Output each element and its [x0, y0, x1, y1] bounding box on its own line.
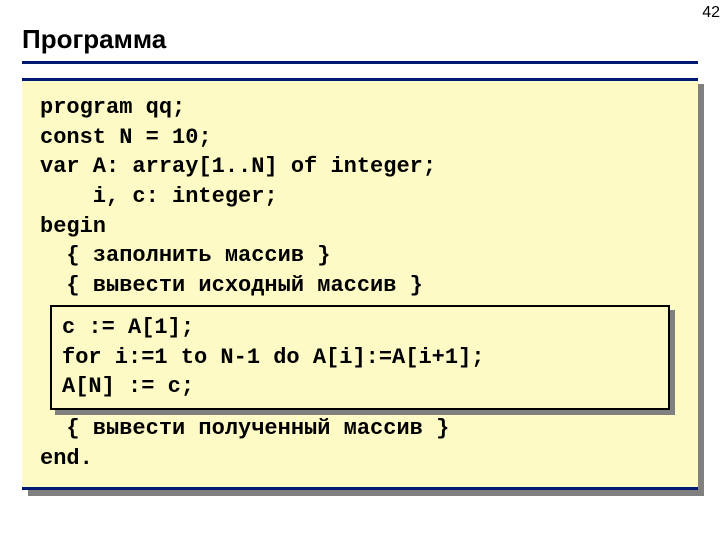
slide-title: Программа: [0, 0, 720, 61]
code-line: const N = 10;: [40, 125, 212, 150]
code-block-outer: program qq; const N = 10; var A: array[1…: [22, 78, 698, 490]
inner-code-block: c := A[1]; for i:=1 to N-1 do A[i]:=A[i+…: [50, 305, 670, 410]
code-line: { вывести исходный массив }: [40, 273, 423, 298]
title-underline: [22, 61, 698, 64]
code-line: end.: [40, 446, 93, 471]
code-line: i, c: integer;: [40, 184, 278, 209]
code-line: for i:=1 to N-1 do A[i]:=A[i+1];: [62, 345, 484, 370]
code-line: { заполнить массив }: [40, 243, 330, 268]
code-block: program qq; const N = 10; var A: array[1…: [22, 78, 698, 490]
inner-code-outer: c := A[1]; for i:=1 to N-1 do A[i]:=A[i+…: [50, 305, 670, 410]
page-number: 42: [702, 4, 720, 22]
code-line: { вывести полученный массив }: [40, 416, 449, 441]
code-line: program qq;: [40, 95, 185, 120]
code-line: c := A[1];: [62, 315, 194, 340]
code-line: begin: [40, 214, 106, 239]
code-line: A[N] := c;: [62, 374, 194, 399]
code-line: var A: array[1..N] of integer;: [40, 154, 436, 179]
